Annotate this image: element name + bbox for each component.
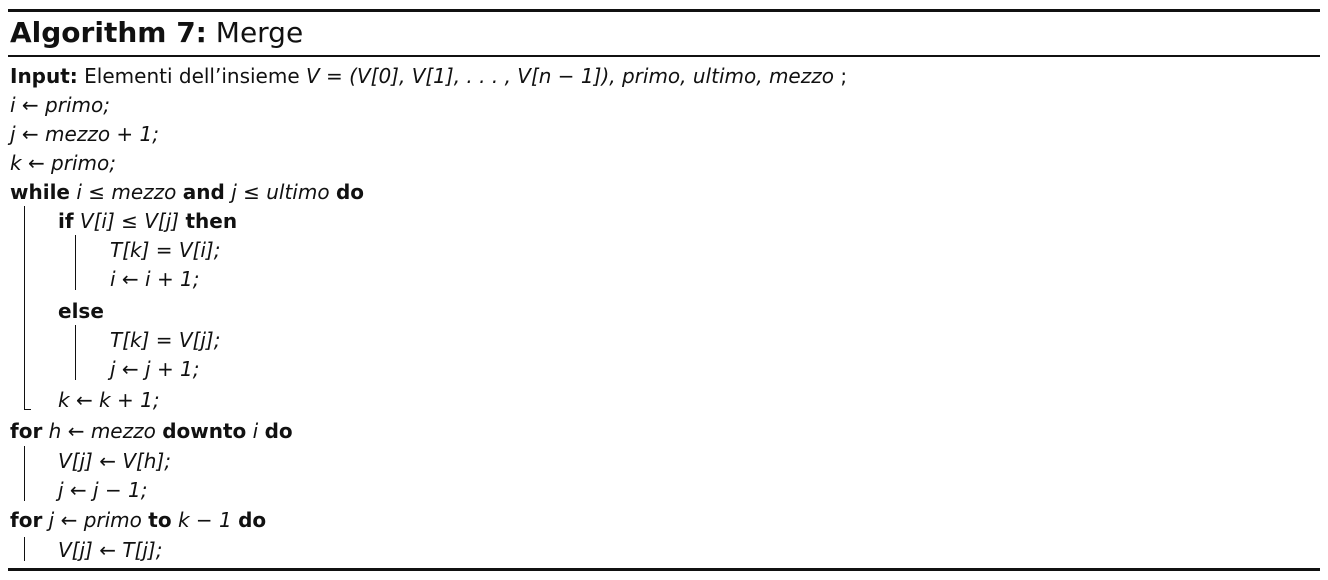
for-bound: k − 1 xyxy=(177,508,232,532)
if-body-increment: i ← i + 1; xyxy=(110,264,200,294)
while-header: while i ≤ mezzo and j ≤ ultimo do xyxy=(10,177,364,207)
algorithm-caption: Algorithm 7: Merge xyxy=(10,15,303,51)
statement-increment-k: k ← k + 1; xyxy=(58,385,160,415)
statement-text: V[j] ← V[h]; xyxy=(58,449,172,473)
caption-title: Merge xyxy=(215,16,304,49)
while-block-bar xyxy=(24,206,25,409)
statement-text: j ← j − 1; xyxy=(58,478,148,502)
input-keyword: Input: xyxy=(10,64,78,88)
statement-text: j ← j + 1; xyxy=(110,357,200,381)
input-description: Elementi dell’insieme xyxy=(84,64,300,88)
statement-text: k ← k + 1; xyxy=(58,388,160,412)
if-keyword: if xyxy=(58,209,74,233)
statement-text: T[k] = V[j]; xyxy=(110,328,221,352)
statement-text: T[k] = V[i]; xyxy=(110,238,221,262)
do-keyword: do xyxy=(238,508,267,532)
caption-prefix: Algorithm 7: xyxy=(10,16,207,49)
for-init: j ← primo xyxy=(48,508,142,532)
input-line: Input: Elementi dell’insieme V = (V[0], … xyxy=(10,61,847,91)
while-block-end-tick xyxy=(24,409,31,410)
while-condition-j: j ≤ ultimo xyxy=(231,180,330,204)
statement-text: i ← i + 1; xyxy=(110,267,200,291)
for-to-block-bar xyxy=(24,537,25,561)
statement-init-k: k ← primo; xyxy=(10,148,116,178)
else-body-assign: T[k] = V[j]; xyxy=(110,325,220,355)
do-keyword: do xyxy=(264,419,293,443)
bottom-rule xyxy=(8,568,1320,571)
statement-text: k ← primo; xyxy=(10,151,116,175)
for-keyword: for xyxy=(10,419,43,443)
then-keyword: then xyxy=(185,209,238,233)
else-header: else xyxy=(58,296,104,326)
if-block-bar xyxy=(75,235,76,290)
if-body-assign: T[k] = V[i]; xyxy=(110,235,220,265)
for-bound: i xyxy=(252,419,259,443)
statement-text: V[j] ← T[j]; xyxy=(58,538,163,562)
input-set: V = (V[0], V[1], . . . , V[n − 1]), xyxy=(306,64,616,88)
statement-init-i: i ← primo; xyxy=(10,90,110,120)
else-body-increment: j ← j + 1; xyxy=(110,354,200,384)
caption-rule xyxy=(8,55,1320,57)
statement-text: i ← primo; xyxy=(10,93,110,117)
statement-init-j: j ← mezzo + 1; xyxy=(10,119,159,149)
input-terminator: ; xyxy=(840,64,848,88)
for-downto-body-copy: V[j] ← V[h]; xyxy=(58,446,171,476)
downto-keyword: downto xyxy=(162,419,247,443)
for-downto-body-decrement: j ← j − 1; xyxy=(58,475,148,505)
else-block-bar xyxy=(75,325,76,380)
do-keyword: do xyxy=(335,180,365,204)
if-condition: V[i] ≤ V[j] xyxy=(79,209,180,233)
for-init: h ← mezzo xyxy=(48,419,156,443)
for-to-body-copy: V[j] ← T[j]; xyxy=(58,535,162,565)
for-to-header: for j ← primo to k − 1 do xyxy=(10,505,266,535)
while-keyword: while xyxy=(10,180,70,204)
statement-text: j ← mezzo + 1; xyxy=(10,122,159,146)
for-downto-header: for h ← mezzo downto i do xyxy=(10,416,293,446)
if-header: if V[i] ≤ V[j] then xyxy=(58,206,237,236)
to-keyword: to xyxy=(148,508,172,532)
for-keyword: for xyxy=(10,508,43,532)
input-params: primo, ultimo, mezzo xyxy=(621,64,834,88)
and-keyword: and xyxy=(182,180,225,204)
while-condition-i: i ≤ mezzo xyxy=(76,180,177,204)
for-downto-block-bar xyxy=(24,446,25,501)
top-rule xyxy=(8,9,1320,12)
else-keyword: else xyxy=(58,299,104,323)
